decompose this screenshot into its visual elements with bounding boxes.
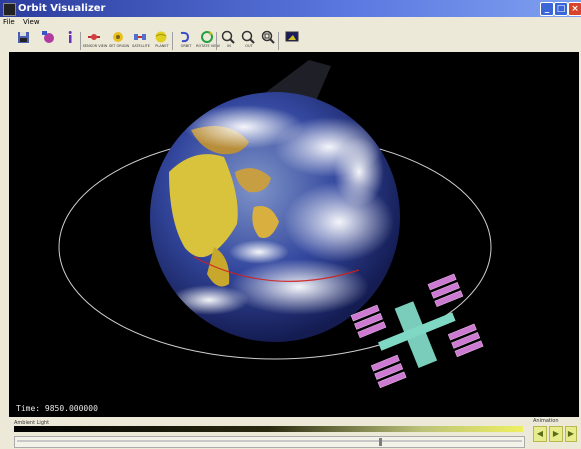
slider-line — [17, 440, 522, 442]
save-tool[interactable] — [14, 30, 34, 50]
orbit-tool[interactable]: ORBIT — [175, 30, 195, 50]
ambient-light-slider[interactable] — [14, 436, 525, 448]
control-panel: Ambient Light Animation ◀ ▶ ▶ — [0, 417, 581, 449]
render-tool[interactable] — [38, 30, 58, 50]
3d-viewport[interactable]: Time: 9850.000000 — [9, 52, 579, 417]
animation-label: Animation — [533, 418, 559, 424]
rewind-button[interactable]: ◀ — [533, 426, 547, 442]
info-icon — [68, 31, 72, 43]
sensor-tool[interactable]: SENSOR VIEW — [83, 30, 107, 50]
satellite-icon — [134, 34, 146, 40]
app-icon — [3, 3, 16, 16]
sensor-icon — [88, 34, 100, 40]
play-button[interactable]: ▶ — [549, 426, 563, 442]
zoom-fit-tool[interactable] — [258, 30, 278, 50]
toolbar-separator — [278, 32, 279, 50]
zoom-in-icon — [221, 30, 235, 44]
render-icon — [42, 31, 54, 43]
forward-button[interactable]: ▶ — [565, 426, 577, 442]
earth-globe — [150, 92, 400, 342]
menu-view[interactable]: View — [23, 18, 40, 26]
save-disk-icon — [18, 32, 29, 43]
toolbar: SENSOR VIEW SET ORIGIN SATELLITE PLANET … — [0, 28, 581, 52]
time-readout: Time: 9850.000000 — [16, 404, 98, 413]
origin-icon — [113, 32, 123, 42]
menu-file[interactable]: File — [3, 18, 15, 26]
display-icon — [285, 31, 299, 42]
setorigin-tool[interactable]: SET ORIGIN — [108, 30, 129, 50]
menu-bar: File View — [0, 17, 581, 28]
close-button[interactable]: × — [568, 2, 581, 16]
zoom-out-tool[interactable]: OUT — [238, 30, 258, 50]
minimize-button[interactable]: _ — [540, 2, 554, 16]
orbit-icon — [180, 31, 190, 43]
zoom-out-icon — [241, 30, 255, 44]
scene — [58, 60, 492, 389]
planet-icon — [155, 31, 167, 43]
slider-thumb[interactable] — [379, 438, 382, 446]
maximize-button[interactable]: □ — [554, 2, 568, 16]
rotate-icon — [201, 31, 213, 43]
planet-tool[interactable]: PLANET — [151, 30, 171, 50]
info-tool[interactable] — [60, 30, 80, 50]
zoom-fit-icon — [261, 30, 275, 44]
ambient-light-gradient — [14, 426, 523, 432]
display-tool[interactable] — [282, 30, 302, 50]
title-bar: Orbit Visualizer _ □ × — [0, 0, 581, 17]
window-title: Orbit Visualizer — [18, 3, 106, 14]
